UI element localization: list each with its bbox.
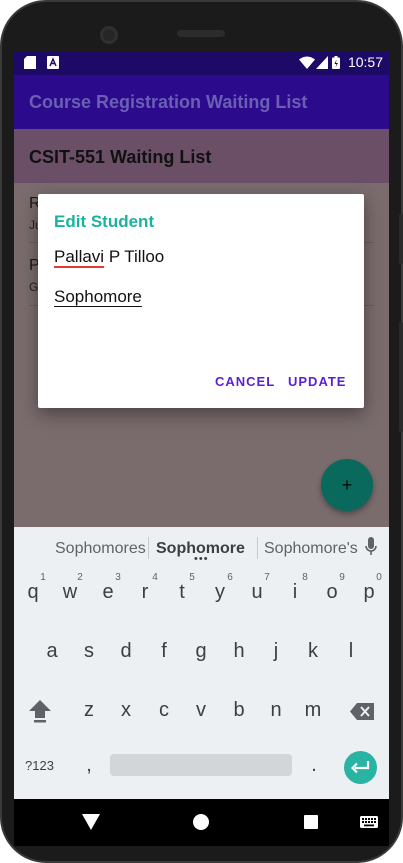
- key-v[interactable]: v: [187, 699, 215, 722]
- key-x[interactable]: x: [112, 699, 140, 722]
- keyboard-switch-icon[interactable]: [360, 816, 378, 828]
- student-name-field[interactable]: Pallavi P Tilloo: [54, 247, 164, 267]
- enter-key[interactable]: [344, 751, 377, 784]
- suggestion-divider: [148, 537, 149, 559]
- more-suggestions-icon[interactable]: •••: [194, 553, 209, 565]
- key-period[interactable]: .: [300, 754, 328, 777]
- key-m[interactable]: m: [299, 699, 327, 722]
- key-b[interactable]: b: [225, 699, 253, 722]
- name-rest: P Tilloo: [104, 247, 165, 266]
- microphone-icon[interactable]: [365, 536, 377, 560]
- shift-icon[interactable]: [28, 698, 52, 724]
- suggestion-right[interactable]: Sophomore's: [264, 540, 358, 558]
- sd-card-icon: [24, 56, 36, 69]
- app-bar: Course Registration Waiting List: [14, 75, 389, 129]
- cancel-button[interactable]: CANCEL: [215, 374, 275, 389]
- key-n[interactable]: n: [262, 699, 290, 722]
- update-button[interactable]: UPDATE: [288, 374, 346, 389]
- key-c[interactable]: c: [150, 699, 178, 722]
- key-r[interactable]: r: [131, 581, 159, 604]
- key-comma[interactable]: ,: [75, 754, 103, 777]
- enter-arrow-icon: [351, 761, 370, 774]
- phone-frame: 10:57 Course Registration Waiting List C…: [0, 0, 403, 863]
- backspace-icon[interactable]: [350, 703, 374, 720]
- cell-signal-icon: [316, 56, 328, 69]
- navigation-bar: [14, 799, 389, 846]
- add-student-button[interactable]: +: [321, 459, 373, 511]
- key-f[interactable]: f: [150, 640, 178, 663]
- clock: 10:57: [347, 54, 383, 70]
- key-t[interactable]: t: [168, 581, 196, 604]
- dialog-title: Edit Student: [54, 212, 155, 231]
- battery-icon: [332, 56, 340, 69]
- key-y[interactable]: y: [206, 581, 234, 604]
- name-first-word: Pallavi: [54, 247, 105, 266]
- front-camera: [100, 26, 118, 44]
- key-d[interactable]: d: [112, 640, 140, 663]
- student-year-field[interactable]: Sophomore: [54, 287, 142, 307]
- suggestion-left[interactable]: Sophomores: [55, 540, 146, 558]
- home-icon[interactable]: [193, 814, 209, 830]
- key-w[interactable]: w: [56, 581, 84, 604]
- edit-student-dialog: Edit Student Pallavi P Tilloo Sophomore …: [38, 194, 364, 408]
- key-s[interactable]: s: [75, 640, 103, 663]
- screen: 10:57 Course Registration Waiting List C…: [14, 51, 389, 846]
- suggestion-divider: [257, 537, 258, 559]
- symbols-key[interactable]: ?123: [25, 758, 54, 773]
- wifi-icon: [299, 56, 315, 69]
- key-o[interactable]: o: [318, 581, 346, 604]
- key-h[interactable]: h: [225, 640, 253, 663]
- key-i[interactable]: i: [281, 581, 309, 604]
- back-icon[interactable]: [82, 814, 100, 830]
- recents-icon[interactable]: [304, 815, 318, 829]
- volume-button: [399, 214, 403, 264]
- soft-keyboard: Sophomores Sophomore Sophomore's ••• 1 2…: [14, 527, 389, 799]
- notification-a-icon: [47, 56, 59, 69]
- key-k[interactable]: k: [299, 640, 327, 663]
- key-j[interactable]: j: [262, 640, 290, 663]
- key-p[interactable]: p: [355, 581, 383, 604]
- key-u[interactable]: u: [243, 581, 271, 604]
- power-button: [399, 322, 403, 432]
- status-bar: 10:57: [14, 51, 389, 75]
- key-l[interactable]: l: [337, 640, 365, 663]
- list-item-subtitle: G: [29, 280, 39, 294]
- key-q[interactable]: q: [19, 581, 47, 604]
- list-title: CSIT-551 Waiting List: [29, 147, 212, 167]
- key-a[interactable]: a: [38, 640, 66, 663]
- earpiece-speaker: [177, 30, 225, 37]
- key-g[interactable]: g: [187, 640, 215, 663]
- space-bar[interactable]: [110, 754, 292, 776]
- key-z[interactable]: z: [75, 699, 103, 722]
- key-e[interactable]: e: [94, 581, 122, 604]
- app-title: Course Registration Waiting List: [29, 92, 308, 112]
